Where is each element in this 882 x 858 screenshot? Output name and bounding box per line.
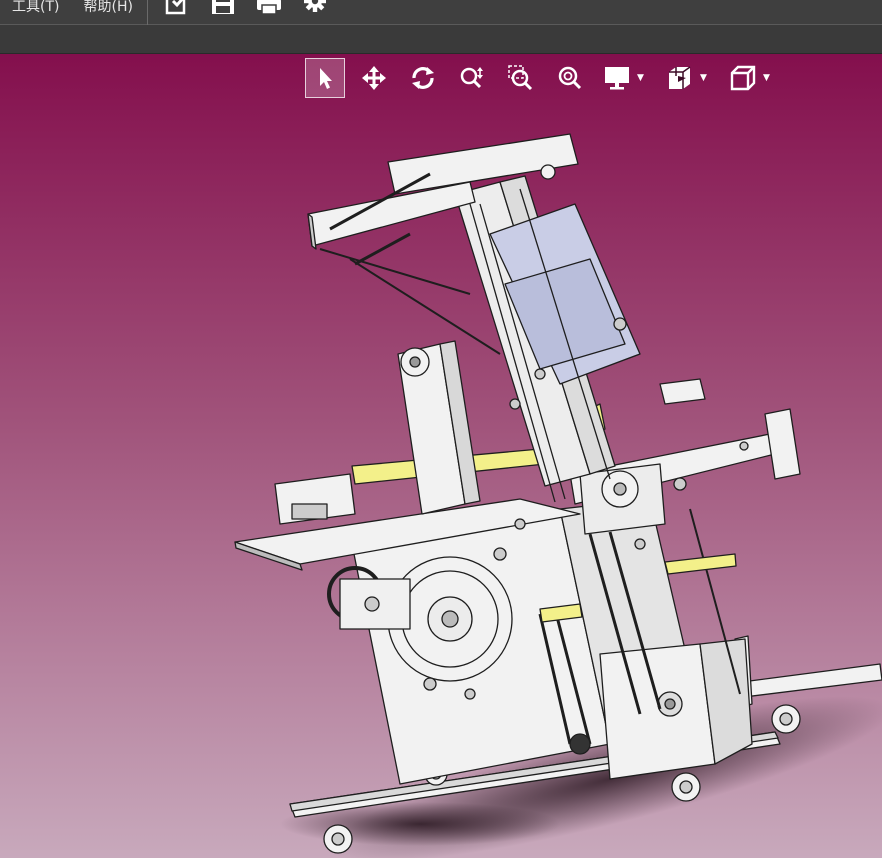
settings-button[interactable]: [300, 0, 330, 25]
feed-frame: [454, 175, 641, 503]
print-button[interactable]: [254, 0, 284, 25]
export-icon: [164, 0, 190, 16]
menu-separator: [146, 0, 148, 25]
save-icon: [210, 0, 236, 16]
menu-help[interactable]: 帮助(H): [71, 0, 144, 16]
export-button[interactable]: [162, 0, 192, 25]
save-button[interactable]: [208, 0, 238, 25]
settings-icon: [302, 0, 328, 14]
3d-viewport[interactable]: ▼ ▼ ▼: [0, 54, 882, 858]
vertical-column: [397, 340, 481, 515]
menu-bar: 工具(T) 帮助(H): [0, 0, 882, 25]
drive-wheel: [327, 556, 513, 682]
print-icon: [255, 0, 283, 16]
machine-3d-model[interactable]: [0, 54, 882, 858]
tab-strip: [0, 25, 882, 54]
menu-tools[interactable]: 工具(T): [0, 0, 71, 16]
